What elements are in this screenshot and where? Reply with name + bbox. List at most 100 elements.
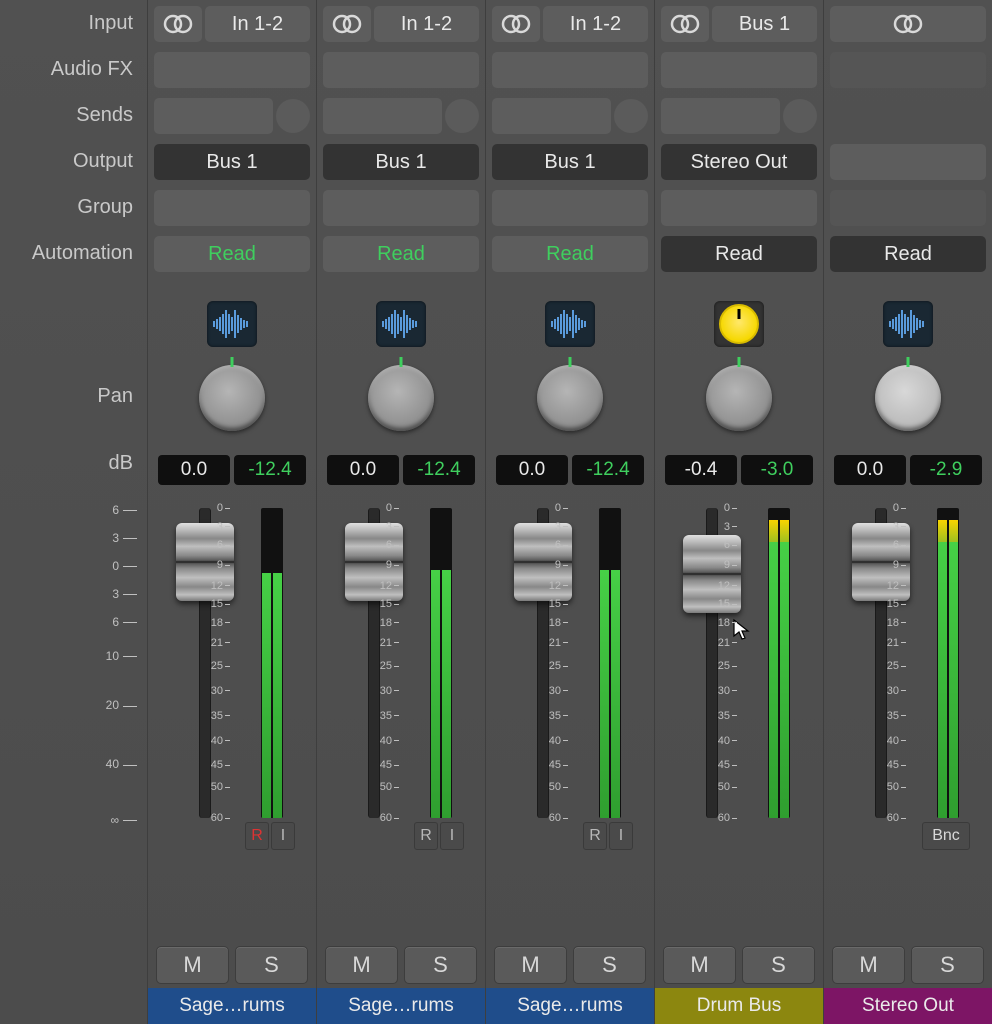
fader-track[interactable]	[368, 508, 380, 818]
group-slot[interactable]	[492, 190, 648, 226]
automation-mode-select[interactable]: Read	[830, 236, 986, 272]
meter-scale-tick: 25	[211, 660, 230, 672]
group-slot[interactable]	[661, 190, 817, 226]
audio-fx-slot[interactable]	[323, 52, 479, 88]
output-label: Bus 1	[375, 151, 426, 174]
automation-mode-select[interactable]: Read	[492, 236, 648, 272]
send-level-knob[interactable]	[783, 99, 817, 133]
track-icon-button[interactable]	[883, 301, 933, 347]
fader-track[interactable]	[199, 508, 211, 818]
automation-mode-select[interactable]: Read	[323, 236, 479, 272]
send-level-knob[interactable]	[614, 99, 648, 133]
fader-value-readout[interactable]: -0.4	[665, 455, 737, 485]
group-slot[interactable]	[830, 190, 986, 226]
meter-scale-tick: 21	[380, 637, 399, 649]
input-label: In 1-2	[570, 13, 621, 36]
fader-track[interactable]	[875, 508, 887, 818]
mute-button[interactable]: M	[494, 946, 567, 984]
meter-value-readout[interactable]: -3.0	[741, 455, 813, 485]
record-enable-button[interactable]: R	[583, 822, 607, 850]
pan-knob[interactable]	[199, 365, 265, 431]
fader-value-readout[interactable]: 0.0	[834, 455, 906, 485]
input-stereo-button[interactable]	[830, 6, 986, 42]
fader-value-readout[interactable]: 0.0	[496, 455, 568, 485]
pan-knob[interactable]	[368, 365, 434, 431]
audio-fx-slot[interactable]	[830, 52, 986, 88]
stereo-icon	[499, 12, 533, 36]
track-icon-button[interactable]	[376, 301, 426, 347]
bounce-button[interactable]: Bnc	[922, 822, 970, 850]
send-bar[interactable]	[323, 98, 442, 134]
input-monitor-button[interactable]: I	[440, 822, 464, 850]
track-icon-button[interactable]	[545, 301, 595, 347]
pan-knob[interactable]	[706, 365, 772, 431]
audio-fx-slot[interactable]	[154, 52, 310, 88]
input-stereo-button[interactable]	[323, 6, 371, 42]
fader-scale-tick: 10	[106, 649, 137, 663]
input-select[interactable]: In 1-2	[374, 6, 479, 42]
input-stereo-button[interactable]	[661, 6, 709, 42]
meter-value-readout[interactable]: -2.9	[910, 455, 982, 485]
track-icon-button[interactable]	[207, 301, 257, 347]
output-select[interactable]	[830, 144, 986, 180]
input-select[interactable]: Bus 1	[712, 6, 817, 42]
send-level-knob[interactable]	[276, 99, 310, 133]
solo-button[interactable]: S	[235, 946, 308, 984]
automation-label: Read	[377, 243, 425, 266]
output-select[interactable]: Stereo Out	[661, 144, 817, 180]
track-name[interactable]: Stereo Out	[824, 988, 992, 1024]
input-stereo-button[interactable]	[492, 6, 540, 42]
meter-value-readout[interactable]: -12.4	[403, 455, 475, 485]
solo-button[interactable]: S	[404, 946, 477, 984]
solo-button[interactable]: S	[911, 946, 984, 984]
meter-scale-tick: 18	[887, 617, 906, 629]
output-select[interactable]: Bus 1	[492, 144, 648, 180]
meter-scale-tick: 25	[887, 660, 906, 672]
meter-scale-tick: 0	[386, 502, 399, 514]
input-select[interactable]: In 1-2	[205, 6, 310, 42]
input-stereo-button[interactable]	[154, 6, 202, 42]
track-icon-button[interactable]	[714, 301, 764, 347]
mute-button[interactable]: M	[663, 946, 736, 984]
fader-scale-tick: 3	[112, 531, 137, 545]
fader-value: 0.0	[519, 459, 545, 481]
mute-button[interactable]: M	[156, 946, 229, 984]
solo-button[interactable]: S	[573, 946, 646, 984]
automation-mode-select[interactable]: Read	[661, 236, 817, 272]
send-bar[interactable]	[492, 98, 611, 134]
audio-fx-slot[interactable]	[661, 52, 817, 88]
input-monitor-button[interactable]: I	[271, 822, 295, 850]
meter-scale-tick: 50	[380, 781, 399, 793]
audio-fx-slot[interactable]	[492, 52, 648, 88]
level-meter	[430, 508, 452, 818]
meter-value-readout[interactable]: -12.4	[234, 455, 306, 485]
track-name[interactable]: Drum Bus	[655, 988, 823, 1024]
fader-value-readout[interactable]: 0.0	[158, 455, 230, 485]
mute-button[interactable]: M	[325, 946, 398, 984]
output-select[interactable]: Bus 1	[154, 144, 310, 180]
output-select[interactable]: Bus 1	[323, 144, 479, 180]
automation-mode-select[interactable]: Read	[154, 236, 310, 272]
group-slot[interactable]	[154, 190, 310, 226]
record-enable-button[interactable]: R	[245, 822, 269, 850]
pan-knob[interactable]	[875, 365, 941, 431]
fader-track[interactable]	[537, 508, 549, 818]
send-level-knob[interactable]	[445, 99, 479, 133]
track-name[interactable]: Sage…rums	[148, 988, 316, 1024]
send-bar[interactable]	[661, 98, 780, 134]
fader-scale-tick: 6	[112, 503, 137, 517]
meter-value-readout[interactable]: -12.4	[572, 455, 644, 485]
mute-button[interactable]: M	[832, 946, 905, 984]
fader-track[interactable]	[706, 508, 718, 818]
group-slot[interactable]	[323, 190, 479, 226]
send-bar[interactable]	[154, 98, 273, 134]
record-enable-button[interactable]: R	[414, 822, 438, 850]
meter-scale-tick: 18	[549, 617, 568, 629]
input-select[interactable]: In 1-2	[543, 6, 648, 42]
track-name[interactable]: Sage…rums	[317, 988, 485, 1024]
solo-button[interactable]: S	[742, 946, 815, 984]
fader-value-readout[interactable]: 0.0	[327, 455, 399, 485]
pan-knob[interactable]	[537, 365, 603, 431]
input-monitor-button[interactable]: I	[609, 822, 633, 850]
track-name[interactable]: Sage…rums	[486, 988, 654, 1024]
